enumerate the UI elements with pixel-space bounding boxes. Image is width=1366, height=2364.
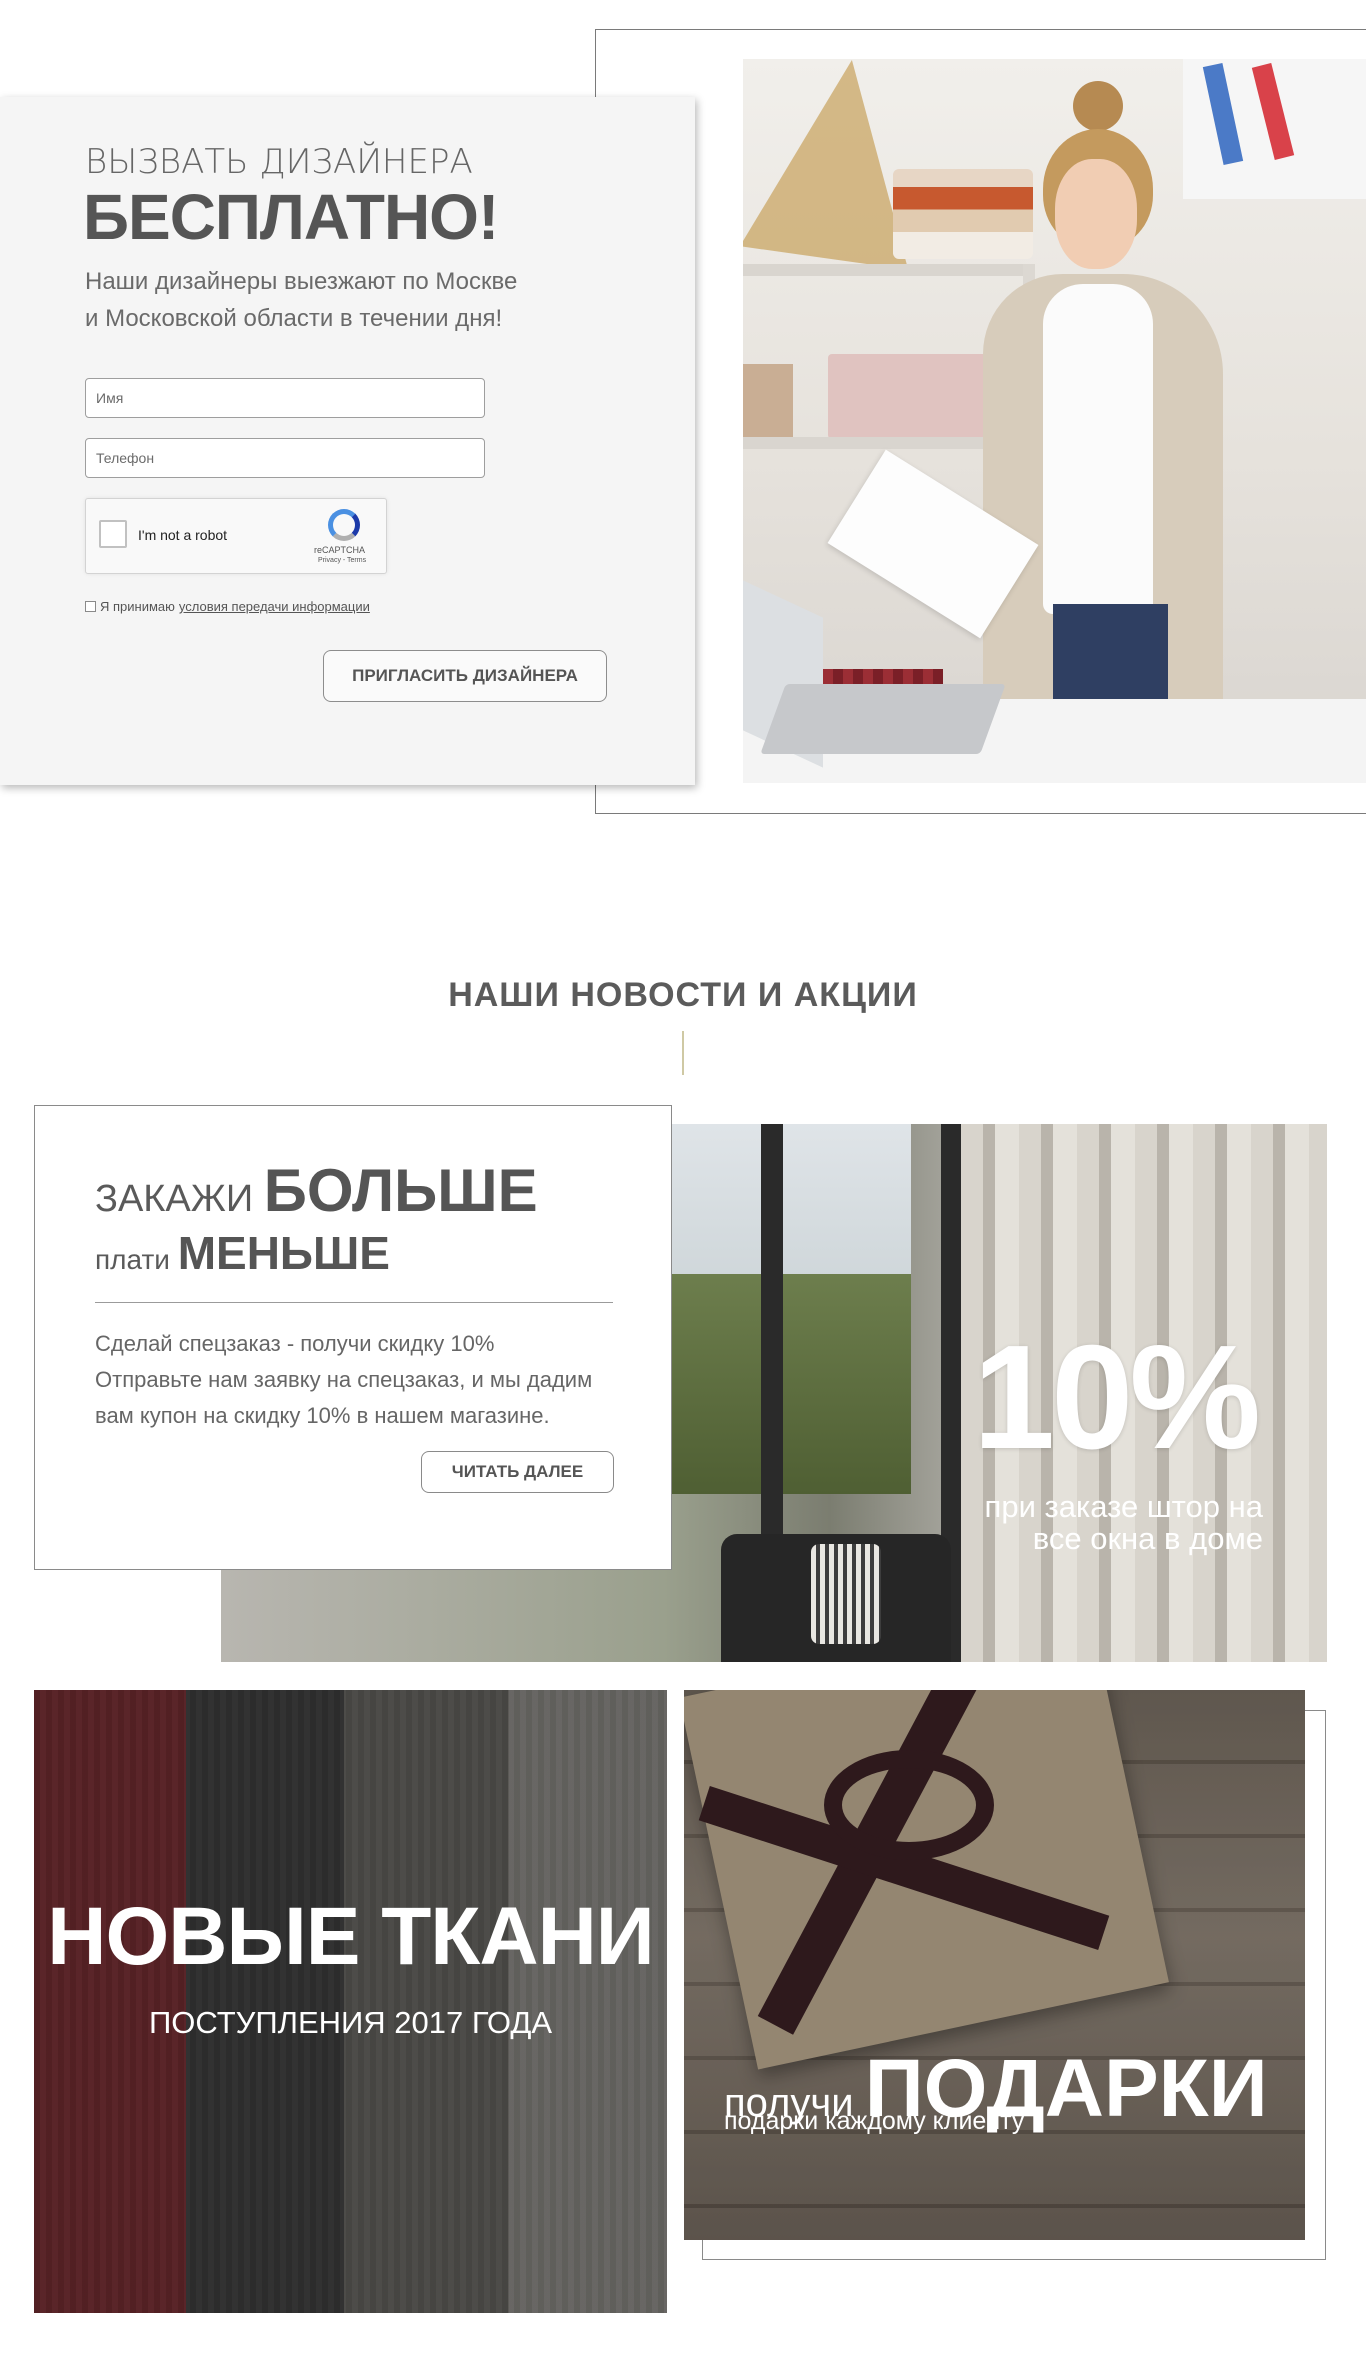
laptop — [760, 684, 1006, 754]
fabrics-subtitle: ПОСТУПЛЕНИЯ 2017 ГОДА — [148, 2005, 553, 2040]
form-kicker: ВЫЗВАТЬ ДИЗАЙНЕРА — [85, 142, 473, 182]
news-section-title: НАШИ НОВОСТИ И АКЦИИ — [448, 976, 918, 1014]
read-more-button[interactable]: ЧИТАТЬ ДАЛЕЕ — [421, 1451, 614, 1493]
recaptcha-brand: reCAPTCHA — [314, 545, 366, 555]
promo-heading-line2: плати МЕНЬШЕ — [95, 1227, 390, 1279]
promo-caption: при заказе штор на все окна в доме — [984, 1489, 1263, 1556]
promo-percent: 10% — [972, 1315, 1261, 1480]
recaptcha-checkbox[interactable] — [99, 520, 127, 548]
folded-fabrics — [893, 169, 1033, 259]
recaptcha-logo-icon — [328, 509, 360, 541]
phone-input[interactable] — [85, 438, 485, 478]
promo-card: ЗАКАЖИ БОЛЬШЕ плати МЕНЬШЕ Сделай спецза… — [34, 1105, 672, 1570]
gifts-subtitle: подарки каждому клиенту — [724, 2107, 1025, 2135]
designer-photo — [743, 59, 1366, 783]
gifts-tile[interactable]: получи ПОДАРКИ подарки каждому клиенту — [684, 1690, 1305, 2240]
consent-text: Я принимаю — [100, 599, 175, 614]
promo-divider — [95, 1302, 613, 1303]
news-title-divider — [682, 1031, 684, 1075]
designer-person — [1055, 159, 1137, 269]
promo-heading-line1: ЗАКАЖИ БОЛЬШЕ — [95, 1157, 538, 1224]
recaptcha-label: I'm not a robot — [138, 527, 228, 543]
promo-body: Сделай спецзаказ - получи скидку 10% Отп… — [95, 1331, 593, 1428]
form-subtitle: Наши дизайнеры выезжают по Москве и Моск… — [85, 268, 518, 332]
designer-form-card: ВЫЗВАТЬ ДИЗАЙНЕРА БЕСПЛАТНО! Наши дизайн… — [0, 97, 695, 785]
fabrics-title: НОВЫЕ ТКАНИ — [47, 1891, 654, 1982]
consent-terms-link[interactable]: условия передачи информации — [179, 599, 370, 614]
invite-designer-button[interactable]: ПРИГЛАСИТЬ ДИЗАЙНЕРА — [323, 650, 607, 702]
recaptcha-terms-link[interactable]: Privacy - Terms — [318, 557, 366, 564]
name-input[interactable] — [85, 378, 485, 418]
recaptcha-widget: I'm not a robot reCAPTCHA Privacy - Term… — [85, 498, 387, 574]
consent-row: Я принимаю условия передачи информации — [85, 599, 370, 614]
form-headline: БЕСПЛАТНО! — [83, 181, 499, 253]
new-fabrics-tile[interactable]: НОВЫЕ ТКАНИ ПОСТУПЛЕНИЯ 2017 ГОДА — [34, 1690, 667, 2313]
consent-checkbox[interactable] — [85, 601, 96, 612]
